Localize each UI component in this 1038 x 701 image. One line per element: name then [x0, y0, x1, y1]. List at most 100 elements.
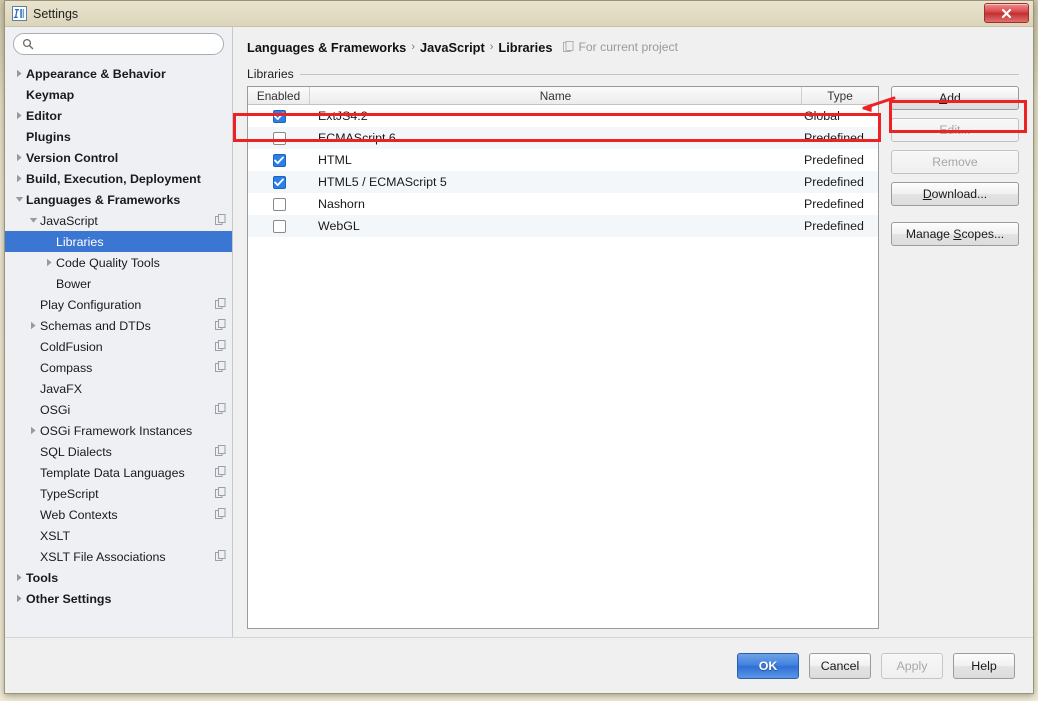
enabled-cell[interactable]: [248, 219, 310, 233]
libraries-table: Enabled Name Type ExtJS4.2 Global ECMAScri…: [247, 86, 879, 629]
enabled-checkbox[interactable]: [272, 219, 286, 233]
enabled-cell[interactable]: [248, 197, 310, 211]
project-scope-icon: [209, 465, 226, 480]
table-row[interactable]: WebGL Predefined: [248, 215, 878, 237]
download-button[interactable]: Download...: [891, 182, 1019, 206]
sidebar-item-sql-dialects[interactable]: SQL Dialects: [5, 441, 232, 462]
sidebar-item-xslt[interactable]: XSLT: [5, 525, 232, 546]
chevron-right-icon[interactable]: [27, 321, 40, 330]
sidebar-item-languages-frameworks[interactable]: Languages & Frameworks: [5, 189, 232, 210]
search-input[interactable]: [38, 35, 215, 53]
chevron-right-icon[interactable]: [13, 594, 26, 603]
chevron-down-icon[interactable]: [27, 217, 40, 224]
sidebar-item-label: Compass: [40, 360, 93, 375]
add-button[interactable]: Add...: [891, 86, 1019, 110]
cancel-button[interactable]: Cancel: [809, 652, 871, 679]
sidebar-item-version-control[interactable]: Version Control: [5, 147, 232, 168]
table-row[interactable]: HTML5 / ECMAScript 5 Predefined: [248, 171, 878, 193]
sidebar-item-build-execution-deployment[interactable]: Build, Execution, Deployment: [5, 168, 232, 189]
sidebar-item-tools[interactable]: Tools: [5, 567, 232, 588]
chevron-right-icon[interactable]: [13, 573, 26, 582]
help-button[interactable]: Help: [953, 652, 1015, 679]
sidebar-item-label: Schemas and DTDs: [40, 318, 151, 333]
project-scope-icon: [209, 318, 226, 333]
sidebar-item-keymap[interactable]: Keymap: [5, 84, 232, 105]
enabled-cell[interactable]: [248, 175, 310, 189]
library-name-cell: Nashorn: [318, 197, 365, 211]
enabled-checkbox[interactable]: [272, 109, 286, 123]
chevron-right-icon[interactable]: [27, 426, 40, 435]
chevron-right-icon[interactable]: [13, 69, 26, 78]
chevron-right-icon[interactable]: [13, 153, 26, 162]
chevron-right-icon[interactable]: [13, 111, 26, 120]
sidebar-item-plugins[interactable]: Plugins: [5, 126, 232, 147]
main-panel: Languages & Frameworks › JavaScript › Li…: [233, 27, 1033, 637]
sidebar-item-label: OSGi: [40, 402, 71, 417]
project-scope-icon: [209, 402, 226, 417]
enabled-checkbox[interactable]: [272, 197, 286, 211]
sidebar-item-bower[interactable]: Bower: [5, 273, 232, 294]
chevron-right-icon[interactable]: [43, 258, 56, 267]
enabled-checkbox[interactable]: [272, 175, 286, 189]
library-type-cell: Predefined: [804, 153, 864, 167]
breadcrumb-part-0[interactable]: Languages & Frameworks: [247, 40, 406, 55]
sidebar-item-schemas-and-dtds[interactable]: Schemas and DTDs: [5, 315, 232, 336]
sidebar-item-label: Tools: [26, 570, 59, 585]
close-icon: [1001, 8, 1012, 18]
library-type-cell: Predefined: [804, 219, 864, 233]
edit-button: Edit...: [891, 118, 1019, 142]
sidebar-item-typescript[interactable]: TypeScript: [5, 483, 232, 504]
breadcrumb-separator: ›: [411, 41, 415, 53]
enabled-checkbox[interactable]: [272, 131, 286, 145]
table-row[interactable]: Nashorn Predefined: [248, 193, 878, 215]
search-box[interactable]: [13, 33, 224, 55]
chevron-down-icon[interactable]: [13, 196, 26, 203]
group-rule: [299, 73, 1019, 75]
sidebar-item-osgi-framework-instances[interactable]: OSGi Framework Instances: [5, 420, 232, 441]
table-row[interactable]: ECMAScript 6 Predefined: [248, 127, 878, 149]
settings-sidebar: Appearance & Behavior Keymap Editor Plugins…: [5, 27, 233, 637]
scope-note-label: For current project: [578, 40, 679, 54]
sidebar-item-label: Web Contexts: [40, 507, 118, 522]
table-row[interactable]: HTML Predefined: [248, 149, 878, 171]
column-header-name[interactable]: Name: [310, 87, 802, 104]
breadcrumb-part-2[interactable]: Libraries: [498, 40, 552, 55]
sidebar-item-javafx[interactable]: JavaFX: [5, 378, 232, 399]
sidebar-item-play-configuration[interactable]: Play Configuration: [5, 294, 232, 315]
button-label: Apply: [896, 658, 928, 673]
breadcrumb-part-1[interactable]: JavaScript: [420, 40, 485, 55]
sidebar-item-code-quality-tools[interactable]: Code Quality Tools: [5, 252, 232, 273]
sidebar-item-label: OSGi Framework Instances: [40, 423, 193, 438]
enabled-cell[interactable]: [248, 131, 310, 145]
enabled-cell[interactable]: [248, 153, 310, 167]
breadcrumb-separator: ›: [489, 41, 494, 53]
sidebar-item-template-data-languages[interactable]: Template Data Languages: [5, 462, 232, 483]
sidebar-item-compass[interactable]: Compass: [5, 357, 232, 378]
manage-scopes-button[interactable]: Manage Scopes...: [891, 222, 1019, 246]
sidebar-item-other-settings[interactable]: Other Settings: [5, 588, 232, 609]
column-header-enabled[interactable]: Enabled: [248, 87, 310, 104]
button-label: Add...: [939, 91, 971, 105]
sidebar-item-osgi[interactable]: OSGi: [5, 399, 232, 420]
dialog-footer: OK Cancel Apply Help: [5, 637, 1033, 693]
sidebar-item-appearance-behavior[interactable]: Appearance & Behavior: [5, 63, 232, 84]
sidebar-item-web-contexts[interactable]: Web Contexts: [5, 504, 232, 525]
content-row: Enabled Name Type ExtJS4.2 Global ECMAScri…: [247, 86, 1019, 629]
sidebar-item-label: JavaFX: [40, 381, 83, 396]
sidebar-item-xslt-file-associations[interactable]: XSLT File Associations: [5, 546, 232, 567]
column-header-type[interactable]: Type: [802, 87, 878, 104]
enabled-cell[interactable]: [248, 109, 310, 123]
close-button[interactable]: [984, 3, 1029, 23]
chevron-right-icon[interactable]: [13, 174, 26, 183]
group-label: Libraries: [247, 67, 294, 81]
sidebar-item-editor[interactable]: Editor: [5, 105, 232, 126]
sidebar-item-coldfusion[interactable]: ColdFusion: [5, 336, 232, 357]
enabled-checkbox[interactable]: [272, 153, 286, 167]
button-label: Edit...: [939, 123, 971, 137]
settings-dialog: Settings Appearance & Behavior Keymap Edit…: [4, 0, 1034, 694]
table-row[interactable]: ExtJS4.2 Global: [248, 105, 878, 127]
ok-button[interactable]: OK: [737, 652, 799, 679]
sidebar-item-libraries[interactable]: Libraries: [5, 231, 232, 252]
sidebar-item-javascript[interactable]: JavaScript: [5, 210, 232, 231]
sidebar-item-label: TypeScript: [40, 486, 99, 501]
